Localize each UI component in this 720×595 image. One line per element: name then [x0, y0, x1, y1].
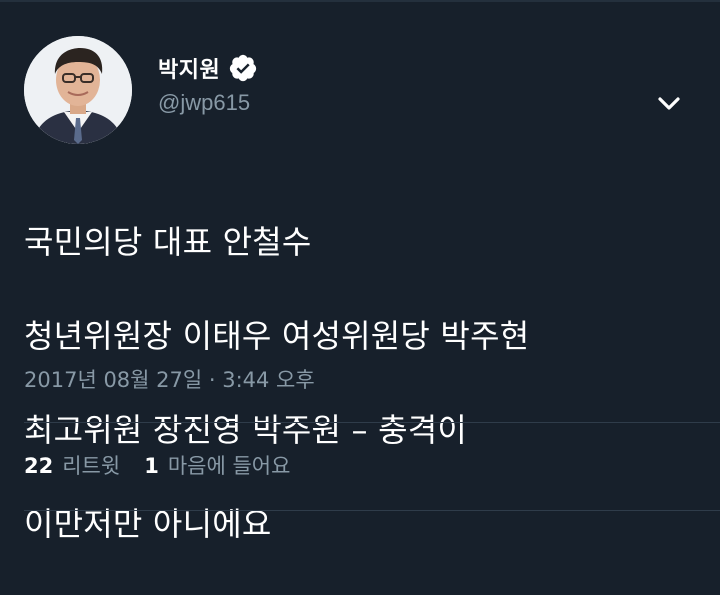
tweet-line: 이만저만 아니에요 — [24, 505, 272, 543]
verified-badge-icon — [228, 53, 258, 83]
divider — [24, 510, 720, 511]
tweet-line: 국민의당 대표 안철수 — [24, 223, 312, 261]
tweet-timestamp: 2017년 08월 27일 · 3:44 오후 — [24, 368, 315, 392]
top-divider — [0, 0, 720, 2]
divider — [24, 422, 720, 423]
name-row: 박지원 — [158, 50, 258, 86]
like-stat[interactable]: 1 마음에 들어요 — [144, 450, 290, 480]
avatar-portrait-icon — [24, 36, 132, 144]
tweet-line: 청년위원장 이태우 여성위원당 박주현 — [24, 317, 530, 355]
tweet-stats: 22 리트윗 1 마음에 들어요 — [24, 450, 290, 480]
retweet-count: 22 — [24, 454, 54, 478]
retweet-stat[interactable]: 22 리트윗 — [24, 450, 120, 480]
user-info: 박지원 @jwp615 — [158, 50, 258, 116]
like-label: 마음에 들어요 — [167, 454, 291, 478]
tweet-line: 최고위원 장진영 박주원 – 충격이 — [24, 411, 468, 449]
like-count: 1 — [144, 454, 159, 478]
tweet-header: 박지원 @jwp615 — [24, 36, 704, 146]
chevron-down-icon[interactable] — [654, 88, 684, 118]
avatar[interactable] — [24, 36, 132, 144]
user-handle[interactable]: @jwp615 — [158, 90, 258, 116]
retweet-label: 리트윗 — [62, 454, 121, 478]
display-name[interactable]: 박지원 — [158, 52, 220, 84]
